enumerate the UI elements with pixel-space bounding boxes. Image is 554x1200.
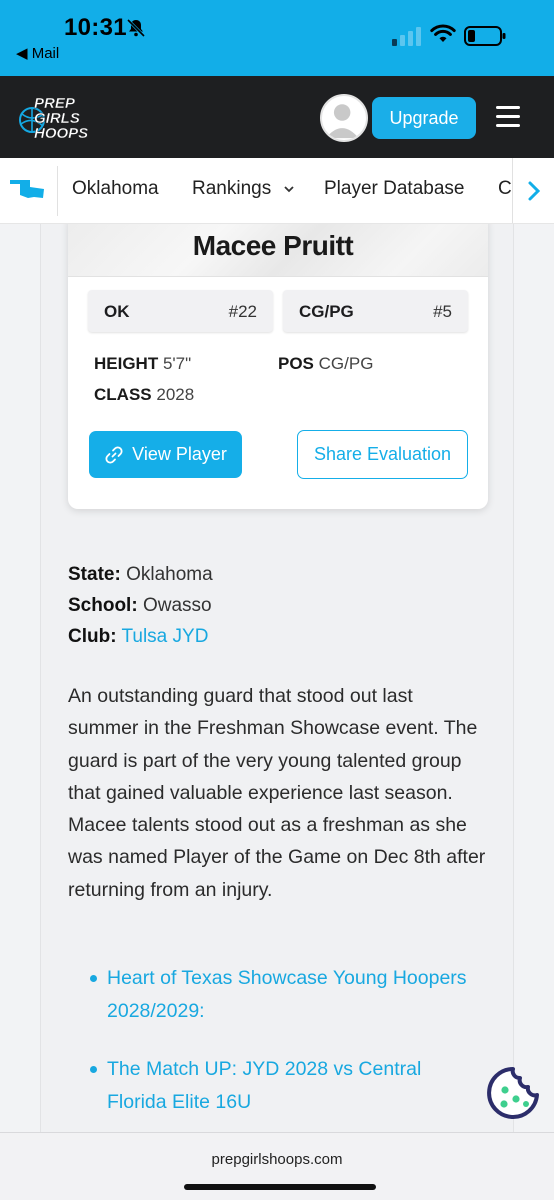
chevron-down-icon: [283, 186, 294, 193]
logo-line-3: HOOPS: [34, 125, 88, 142]
position-chip-rank: #5: [433, 302, 452, 321]
cookie-icon[interactable]: [486, 1066, 540, 1120]
player-card-header: Macee Pruitt: [68, 224, 488, 277]
class-value: 2028: [156, 385, 195, 404]
back-to-mail-link[interactable]: ◀ Mail: [16, 44, 59, 62]
status-bar: 10:31 ◀ Mail: [0, 0, 554, 76]
club-detail: Club: Tulsa JYD: [68, 626, 208, 648]
nav-divider: [57, 166, 58, 216]
school-detail-value: Owasso: [142, 595, 212, 616]
view-player-label: View Player: [132, 444, 227, 464]
bell-slash-icon: [126, 18, 146, 38]
pos-label: POS: [278, 354, 314, 373]
site-header: PREP GIRLS HOOPS Upgrade: [0, 76, 554, 158]
view-player-button[interactable]: View Player: [89, 431, 242, 478]
battery-icon: [464, 26, 506, 46]
share-evaluation-button[interactable]: Share Evaluation: [297, 430, 468, 479]
avatar-icon: [325, 104, 359, 139]
nav-item-rankings-label: Rankings: [192, 178, 272, 199]
browser-url-bar: prepgirlshoops.com: [0, 1132, 554, 1200]
bullet-marker: [88, 973, 100, 985]
position-attribute: POS CG/PG: [278, 354, 373, 374]
sub-navigation: Oklahoma Rankings Player Database C: [0, 158, 554, 224]
class-label: CLASS: [94, 385, 152, 404]
home-indicator[interactable]: [184, 1184, 376, 1190]
signal-icon: [392, 27, 421, 46]
prep-girls-hoops-logo[interactable]: PREP GIRLS HOOPS: [18, 90, 100, 146]
height-label: HEIGHT: [94, 354, 159, 373]
nav-item-oklahoma[interactable]: Oklahoma: [72, 178, 159, 200]
link-icon: [105, 445, 123, 464]
height-attribute: HEIGHT 5'7": [94, 354, 191, 374]
state-chip-label: OK: [104, 302, 130, 321]
chevron-right-icon: [528, 181, 540, 201]
player-name: Macee Pruitt: [192, 230, 354, 261]
pos-value: CG/PG: [318, 354, 374, 373]
avatar[interactable]: [320, 94, 368, 142]
bullet-marker: [88, 1064, 100, 1076]
status-time: 10:31: [64, 14, 127, 41]
wifi-icon: [430, 24, 456, 42]
state-chip-rank: #22: [228, 302, 257, 321]
school-detail: School: Owasso: [68, 595, 212, 617]
state-detail-value: Oklahoma: [126, 564, 213, 585]
url-domain[interactable]: prepgirlshoops.com: [0, 1151, 554, 1168]
nav-item-overflow[interactable]: C: [498, 178, 512, 200]
event-link-2[interactable]: The Match UP: JYD 2028 vs Central Florid…: [107, 1053, 477, 1119]
club-detail-label: Club:: [68, 626, 117, 647]
evaluation-paragraph: An outstanding guard that stood out last…: [68, 685, 486, 901]
main-content: Macee Pruitt OK #22 CG/PG #5 HEIGHT 5'7"…: [40, 224, 514, 1132]
nav-scroll-right-button[interactable]: [512, 158, 554, 223]
upgrade-button[interactable]: Upgrade: [372, 97, 476, 139]
nav-item-player-database[interactable]: Player Database: [324, 178, 464, 200]
class-attribute: CLASS 2028: [94, 385, 194, 405]
state-detail: State: Oklahoma: [68, 564, 213, 586]
state-rank-chip: OK #22: [88, 290, 273, 332]
state-detail-label: State:: [68, 564, 121, 585]
position-chip-label: CG/PG: [299, 302, 354, 321]
oklahoma-state-icon[interactable]: [10, 178, 44, 200]
event-link-1[interactable]: Heart of Texas Showcase Young Hoopers 20…: [107, 962, 477, 1028]
height-value: 5'7": [162, 354, 192, 373]
club-link[interactable]: Tulsa JYD: [121, 626, 208, 647]
school-detail-label: School:: [68, 595, 138, 616]
nav-item-rankings[interactable]: Rankings: [192, 178, 295, 200]
position-rank-chip: CG/PG #5: [283, 290, 468, 332]
player-card: Macee Pruitt OK #22 CG/PG #5 HEIGHT 5'7"…: [68, 224, 488, 509]
hamburger-menu-icon[interactable]: [496, 106, 520, 128]
